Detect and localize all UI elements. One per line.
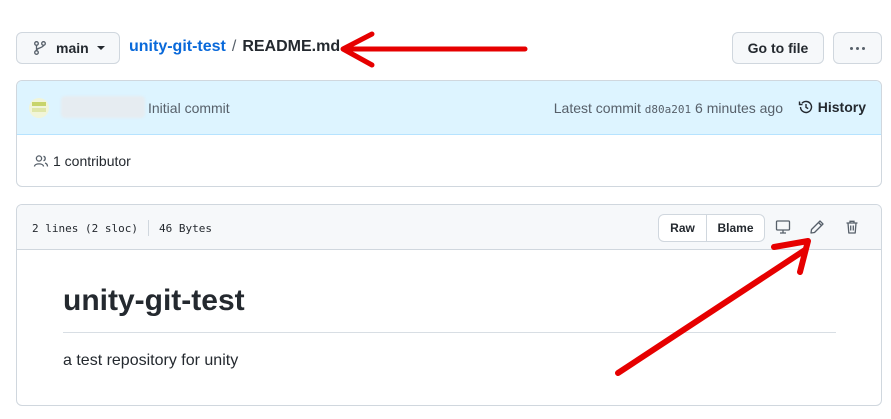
desktop-icon[interactable] (773, 217, 793, 237)
latest-commit-label: Latest commit (553, 100, 641, 116)
readme-paragraph: a test repository for unity (63, 352, 239, 369)
contributors-label: 1 contributor (53, 153, 131, 169)
repo-link[interactable]: unity-git-test (129, 38, 226, 56)
commit-sha-link[interactable]: d80a201 (645, 103, 691, 116)
file-viewer: 2 lines (2 sloc) 46 Bytes Raw Blame unit… (16, 204, 882, 406)
file-info: 2 lines (2 sloc) 46 Bytes (32, 220, 212, 236)
file-name: README.md (242, 38, 341, 55)
kebab-dot-icon (862, 46, 865, 50)
pencil-icon[interactable] (807, 217, 827, 237)
readme-heading: unity-git-test (63, 284, 245, 317)
file-lines: 2 lines (2 sloc) (32, 221, 138, 235)
history-label: History (817, 99, 866, 115)
kebab-dot-icon (856, 46, 859, 50)
raw-blame-group: Raw Blame (658, 214, 765, 242)
commit-header: Initial commit Latest commit d80a201 6 m… (17, 81, 881, 135)
more-options-button[interactable] (833, 32, 882, 64)
contributors-row[interactable]: 1 contributor (17, 135, 881, 186)
breadcrumb: unity-git-test / README.md (129, 38, 340, 56)
blame-button[interactable]: Blame (707, 215, 764, 241)
commit-message[interactable]: Initial commit (148, 100, 230, 116)
breadcrumb-separator: / (231, 38, 237, 55)
people-icon (33, 155, 49, 167)
chevron-down-icon (96, 46, 105, 50)
heading-rule (63, 332, 836, 333)
divider (147, 220, 149, 236)
go-to-file-button[interactable]: Go to file (732, 32, 824, 64)
git-branch-icon (34, 41, 46, 55)
avatar[interactable] (29, 98, 49, 118)
history-link[interactable]: History (798, 99, 866, 115)
kebab-dot-icon (850, 46, 853, 50)
file-header: 2 lines (2 sloc) 46 Bytes Raw Blame (17, 205, 881, 250)
branch-label: main (56, 40, 89, 56)
raw-button[interactable]: Raw (659, 215, 707, 241)
commit-time: 6 minutes ago (695, 100, 783, 116)
file-navigation-bar: main unity-git-test / README.md Go to fi… (16, 32, 882, 64)
branch-select-button[interactable]: main (16, 32, 120, 64)
trash-icon[interactable] (842, 217, 862, 237)
file-size: 46 Bytes (158, 221, 212, 235)
author-name-redacted (61, 96, 145, 118)
history-icon (798, 100, 812, 114)
latest-commit-box: Initial commit Latest commit d80a201 6 m… (16, 80, 882, 187)
latest-commit-info: Latest commit d80a201 6 minutes ago (554, 100, 783, 116)
